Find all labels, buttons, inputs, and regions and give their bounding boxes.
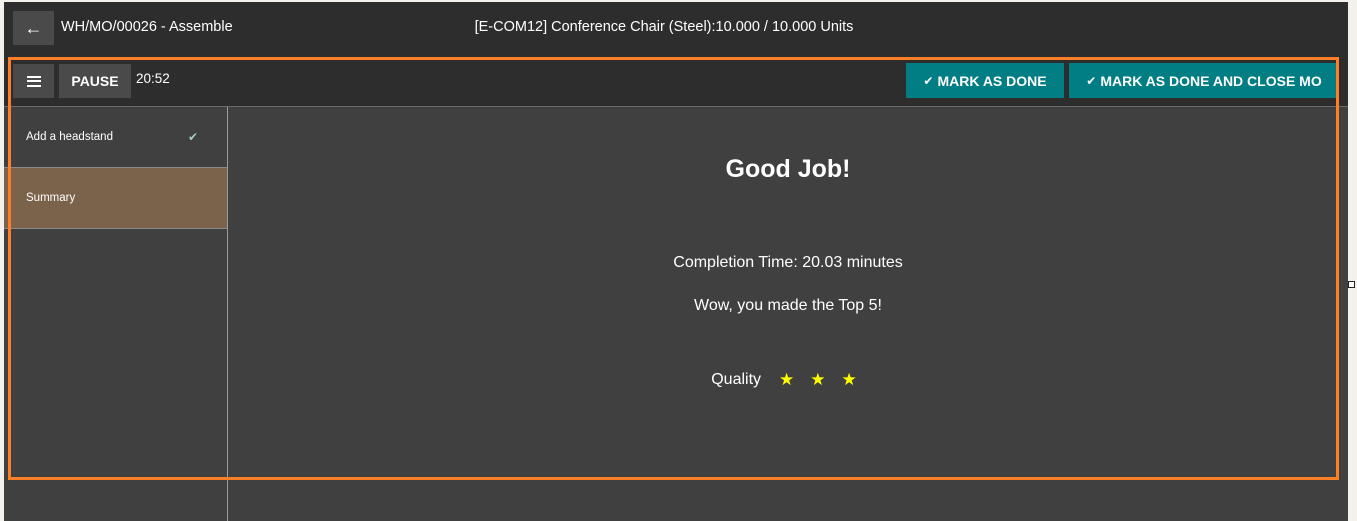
header-bar: ← WH/MO/00026 - Assemble [E-COM12] Confe… (4, 2, 1348, 56)
quality-label: Quality (711, 371, 762, 388)
star-icon[interactable]: ★ (842, 370, 857, 390)
mark-as-done-label: MARK AS DONE (937, 72, 1047, 89)
quality-rating: Quality ★ ★ ★ (228, 370, 1348, 390)
hamburger-icon (26, 75, 41, 87)
step-label: Summary (26, 192, 76, 204)
mark-as-done-and-close-button[interactable]: ✔ MARK AS DONE AND CLOSE MO (1069, 63, 1339, 98)
summary-panel: Good Job! Completion Time: 20.03 minutes… (228, 107, 1348, 521)
step-label: Add a headstand (26, 131, 113, 143)
check-icon: ✔ (188, 130, 199, 144)
pause-button[interactable]: PAUSE (59, 64, 131, 98)
summary-title: Good Job! (725, 155, 851, 183)
menu-button[interactable] (13, 64, 54, 98)
step-item-summary[interactable]: Summary (4, 168, 227, 229)
check-icon: ✔ (1086, 73, 1097, 88)
workorder-app: ← WH/MO/00026 - Assemble [E-COM12] Confe… (4, 2, 1348, 521)
product-title: [E-COM12] Conference Chair (Steel):10.00… (4, 19, 1348, 35)
star-icon[interactable]: ★ (810, 370, 825, 390)
step-item-add-headstand[interactable]: Add a headstand ✔ (4, 107, 227, 168)
completion-time: Completion Time: 20.03 minutes (673, 254, 903, 271)
star-icon[interactable]: ★ (779, 370, 794, 390)
resize-handle[interactable] (1348, 281, 1355, 288)
mark-as-done-button[interactable]: ✔ MARK AS DONE (906, 63, 1064, 98)
product-quantity-text: [E-COM12] Conference Chair (Steel):10.00… (474, 19, 854, 35)
ranking-message: Wow, you made the Top 5! (694, 297, 882, 314)
check-icon: ✔ (923, 73, 934, 88)
steps-sidebar: Add a headstand ✔ Summary (4, 107, 228, 521)
timer: 20:52 (136, 71, 170, 86)
action-toolbar: PAUSE 20:52 ✔ MARK AS DONE ✔ MARK AS DON… (4, 56, 1348, 107)
mark-as-done-close-label: MARK AS DONE AND CLOSE MO (1100, 72, 1322, 89)
